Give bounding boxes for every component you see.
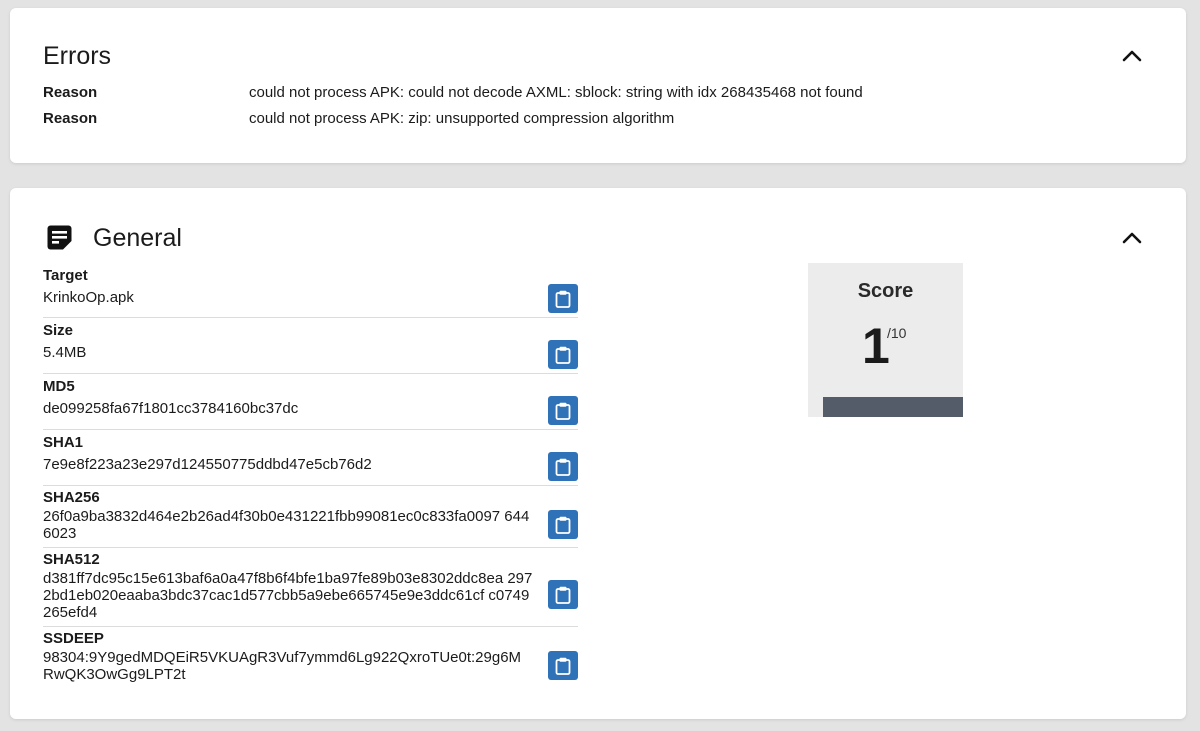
copy-button[interactable] — [548, 510, 578, 539]
clipboard-icon — [555, 402, 571, 420]
chevron-up-icon — [1122, 232, 1142, 244]
error-reason-message: could not process APK: could not decode … — [249, 83, 863, 101]
copy-button[interactable] — [548, 580, 578, 609]
info-label: Target — [43, 267, 88, 284]
score-max: /10 — [887, 325, 907, 341]
info-row-sha1: SHA1 7e9e8f223a23e297d124550775ddbd47e5c… — [43, 430, 578, 486]
error-reason-label: Reason — [43, 109, 98, 127]
clipboard-icon — [555, 458, 571, 476]
copy-button[interactable] — [548, 452, 578, 481]
score-bar — [823, 397, 963, 417]
info-value: de099258fa67f1801cc3784160bc37dc — [43, 400, 299, 417]
info-label: SSDEEP — [43, 630, 104, 647]
errors-title: Errors — [43, 42, 112, 70]
info-label: SHA512 — [43, 551, 100, 568]
sticky-note-icon — [47, 225, 72, 250]
error-reason-message: could not process APK: zip: unsupported … — [249, 109, 675, 127]
general-info-list: Target KrinkoOp.apk Size 5.4MB MD5 de099… — [43, 263, 578, 693]
info-label: MD5 — [43, 378, 75, 395]
info-row-sha256: SHA256 26f0a9ba3832d464e2b26ad4f30b0e431… — [43, 486, 578, 548]
clipboard-icon — [555, 516, 571, 534]
copy-button[interactable] — [548, 340, 578, 369]
info-value: 5.4MB — [43, 344, 87, 361]
info-value: 7e9e8f223a23e297d124550775ddbd47e5cb76d2 — [43, 456, 372, 473]
info-label: Size — [43, 322, 74, 339]
info-value: 98304:9Y9gedMDQEiR5VKUAgR3Vuf7ymmd6Lg922… — [43, 649, 522, 683]
error-row: Reason could not process APK: could not … — [43, 82, 863, 102]
info-row-size: Size 5.4MB — [43, 318, 578, 374]
copy-button[interactable] — [548, 396, 578, 425]
info-value: d381ff7dc95c15e613baf6a0a47f8b6f4bfe1ba9… — [43, 570, 533, 621]
score-value: 1 — [862, 318, 890, 374]
info-label: SHA256 — [43, 489, 100, 506]
errors-collapse-button[interactable] — [1120, 44, 1144, 68]
general-card: General Target KrinkoOp.apk Size 5.4MB M… — [10, 188, 1186, 719]
error-reason-label: Reason — [43, 83, 98, 101]
errors-card: Errors Reason could not process APK: cou… — [10, 8, 1186, 163]
info-value: 26f0a9ba3832d464e2b26ad4f30b0e431221fbb9… — [43, 508, 530, 542]
info-row-sha512: SHA512 d381ff7dc95c15e613baf6a0a47f8b6f4… — [43, 548, 578, 627]
info-value: KrinkoOp.apk — [43, 289, 134, 306]
clipboard-icon — [555, 290, 571, 308]
info-row-target: Target KrinkoOp.apk — [43, 263, 578, 318]
general-title: General — [93, 224, 182, 252]
clipboard-icon — [555, 657, 571, 675]
error-row: Reason could not process APK: zip: unsup… — [43, 108, 674, 128]
clipboard-icon — [555, 346, 571, 364]
score-box: Score 1 /10 — [808, 263, 963, 417]
info-row-md5: MD5 de099258fa67f1801cc3784160bc37dc — [43, 374, 578, 430]
clipboard-icon — [555, 586, 571, 604]
chevron-up-icon — [1122, 50, 1142, 62]
general-collapse-button[interactable] — [1120, 226, 1144, 250]
score-label: Score — [857, 280, 914, 302]
copy-button[interactable] — [548, 651, 578, 680]
copy-button[interactable] — [548, 284, 578, 313]
info-label: SHA1 — [43, 434, 84, 451]
info-row-ssdeep: SSDEEP 98304:9Y9gedMDQEiR5VKUAgR3Vuf7ymm… — [43, 627, 578, 693]
